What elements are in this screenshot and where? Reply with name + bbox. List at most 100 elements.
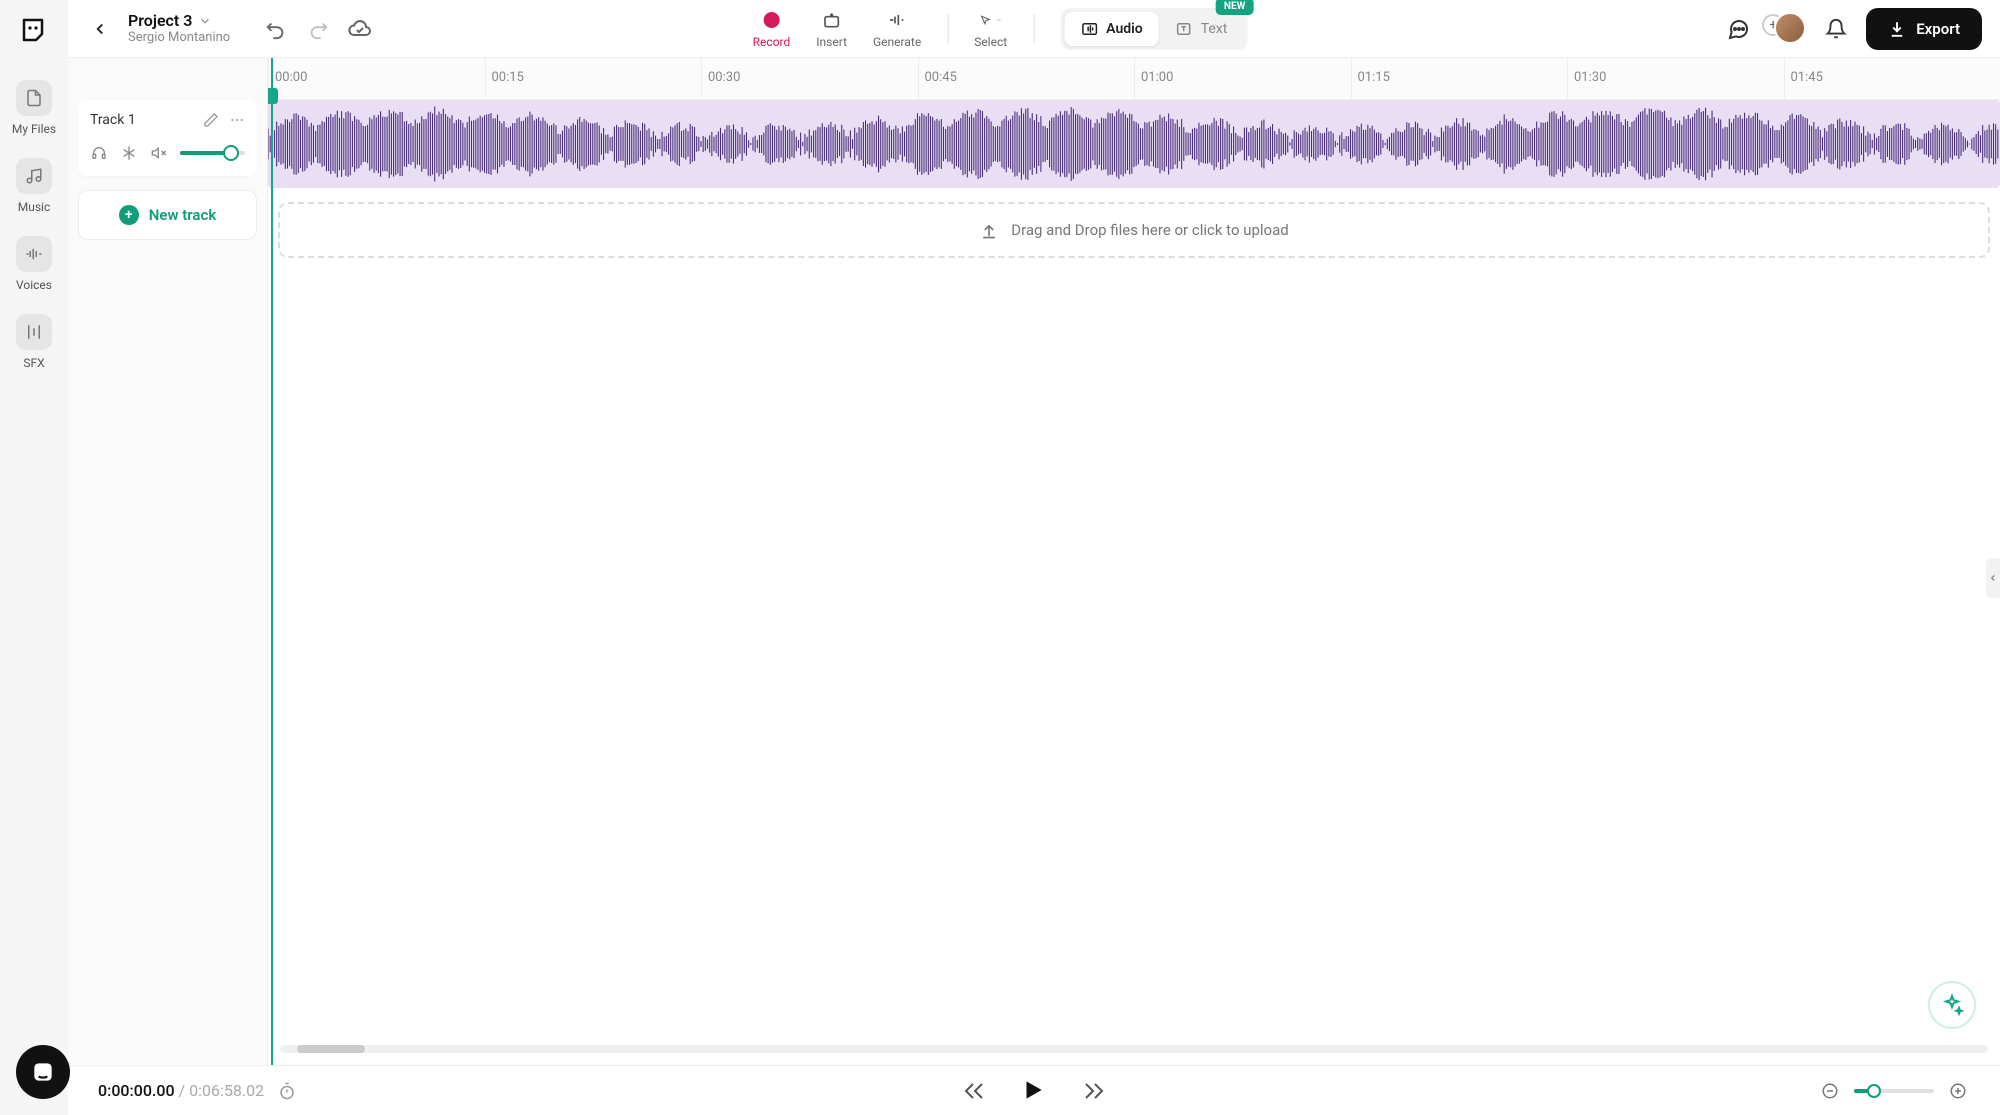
- waveform: [268, 100, 2000, 188]
- ruler-mark: 00:30: [708, 70, 740, 85]
- headphones-icon[interactable]: [90, 144, 108, 162]
- insert-icon: [821, 9, 843, 31]
- sidebar-item-music[interactable]: Music: [16, 158, 52, 214]
- ruler-mark: 00:00: [275, 70, 307, 85]
- transport-bar: 0:00:00.00 / 0:06:58.02: [68, 1065, 2000, 1115]
- tool-label: Select: [974, 35, 1007, 49]
- tool-label: Generate: [873, 35, 921, 49]
- zoom-in-button[interactable]: [1946, 1079, 1970, 1103]
- dropzone[interactable]: Drag and Drop files here or click to upl…: [278, 202, 1990, 258]
- track-header[interactable]: Track 1: [78, 100, 257, 176]
- sidebar-item-sfx[interactable]: SFX: [16, 314, 52, 370]
- record-dot-icon: [763, 12, 779, 28]
- cloud-sync-icon[interactable]: [348, 17, 372, 41]
- new-track-button[interactable]: + New track: [78, 190, 257, 240]
- mode-label: Audio: [1106, 21, 1143, 37]
- mode-toggle: Audio Text NEW: [1060, 8, 1247, 50]
- ruler-mark: 01:30: [1574, 70, 1606, 85]
- voices-icon: [16, 236, 52, 272]
- mute-icon[interactable]: [150, 144, 168, 162]
- time-display: 0:00:00.00 / 0:06:58.02: [98, 1081, 296, 1100]
- tool-label: Insert: [816, 35, 847, 49]
- ruler-mark: 00:15: [492, 70, 524, 85]
- sidebar-item-myfiles[interactable]: My Files: [12, 80, 56, 136]
- undo-button[interactable]: [264, 17, 288, 41]
- timeline: 00:00 00:15 00:30 00:45 01:00 01:15 01:3…: [268, 58, 2000, 1065]
- horizontal-scrollbar[interactable]: [280, 1045, 1988, 1053]
- dropzone-text: Drag and Drop files here or click to upl…: [1011, 221, 1288, 239]
- cursor-icon: [980, 9, 1002, 31]
- new-badge: NEW: [1216, 0, 1253, 15]
- export-button[interactable]: Export: [1866, 8, 1982, 50]
- divider: [947, 14, 948, 44]
- collapse-panel-button[interactable]: [1986, 558, 2000, 598]
- editor-main: Track 1 + New: [68, 58, 2000, 1065]
- back-button[interactable]: [86, 15, 114, 43]
- edit-icon[interactable]: [203, 112, 219, 128]
- volume-slider[interactable]: [180, 151, 245, 155]
- forward-button[interactable]: [1082, 1079, 1106, 1103]
- tool-label: Record: [753, 35, 791, 49]
- file-icon: [16, 80, 52, 116]
- zoom-slider[interactable]: [1854, 1089, 1934, 1093]
- ruler-mark: 00:45: [925, 70, 957, 85]
- sidebar-label: Music: [18, 200, 50, 214]
- chat-button[interactable]: [1726, 17, 1750, 41]
- record-button[interactable]: Record: [753, 9, 791, 49]
- playhead[interactable]: [271, 58, 273, 1065]
- project-info[interactable]: Project 3 Sergio Montanino: [128, 11, 230, 46]
- mode-audio-button[interactable]: Audio: [1064, 12, 1159, 46]
- ruler-mark: 01:00: [1141, 70, 1173, 85]
- scrollbar-thumb[interactable]: [297, 1045, 365, 1053]
- track-lane[interactable]: [268, 100, 2000, 188]
- collaborators[interactable]: +: [1768, 10, 1806, 48]
- chevron-down-icon: [198, 14, 212, 28]
- sidebar-item-voices[interactable]: Voices: [16, 236, 52, 292]
- generate-button[interactable]: Generate: [873, 9, 921, 49]
- zoom-thumb: [1867, 1084, 1881, 1098]
- select-button[interactable]: Select: [974, 9, 1007, 49]
- sidebar-label: My Files: [12, 122, 56, 136]
- sidebar-label: SFX: [23, 356, 44, 370]
- export-label: Export: [1916, 20, 1960, 38]
- avatar: [1774, 12, 1806, 44]
- track-name: Track 1: [90, 112, 136, 128]
- text-icon: [1175, 20, 1193, 38]
- sidebar-label: Voices: [16, 278, 52, 292]
- more-icon[interactable]: [229, 112, 245, 128]
- project-title: Project 3: [128, 11, 192, 30]
- download-icon: [1888, 20, 1906, 38]
- intercom-button[interactable]: [16, 1045, 70, 1099]
- waveform-icon: [1080, 20, 1098, 38]
- topbar: Project 3 Sergio Montanino Record Insert…: [68, 0, 2000, 58]
- ruler-mark: 01:45: [1791, 70, 1823, 85]
- time-current: 0:00:00.00: [98, 1081, 175, 1100]
- divider: [1033, 14, 1034, 44]
- sfx-icon: [16, 314, 52, 350]
- mode-text-button[interactable]: Text: [1159, 12, 1244, 46]
- play-button[interactable]: [1020, 1077, 1048, 1105]
- ai-assist-button[interactable]: [1928, 981, 1976, 1029]
- left-sidebar: My Files Music Voices SFX: [0, 0, 68, 1115]
- new-track-label: New track: [149, 206, 216, 224]
- volume-thumb: [223, 145, 239, 161]
- ruler-mark: 01:15: [1358, 70, 1390, 85]
- zoom-out-button[interactable]: [1818, 1079, 1842, 1103]
- snowflake-icon[interactable]: [120, 144, 138, 162]
- app-logo[interactable]: [16, 12, 52, 48]
- notifications-button[interactable]: [1824, 17, 1848, 41]
- stopwatch-icon[interactable]: [278, 1082, 296, 1100]
- time-ruler[interactable]: 00:00 00:15 00:30 00:45 01:00 01:15 01:3…: [268, 58, 2000, 100]
- audio-clip[interactable]: [268, 100, 2000, 188]
- track-panel: Track 1 + New: [68, 58, 268, 1065]
- mode-label: Text: [1201, 21, 1228, 37]
- rewind-button[interactable]: [962, 1079, 986, 1103]
- plus-icon: +: [119, 205, 139, 225]
- insert-button[interactable]: Insert: [816, 9, 847, 49]
- music-icon: [16, 158, 52, 194]
- generate-icon: [886, 9, 908, 31]
- time-separator: /: [179, 1081, 186, 1100]
- center-toolbar: Record Insert Generate Select Audio: [753, 8, 1248, 50]
- project-owner: Sergio Montanino: [128, 30, 230, 46]
- redo-button[interactable]: [306, 17, 330, 41]
